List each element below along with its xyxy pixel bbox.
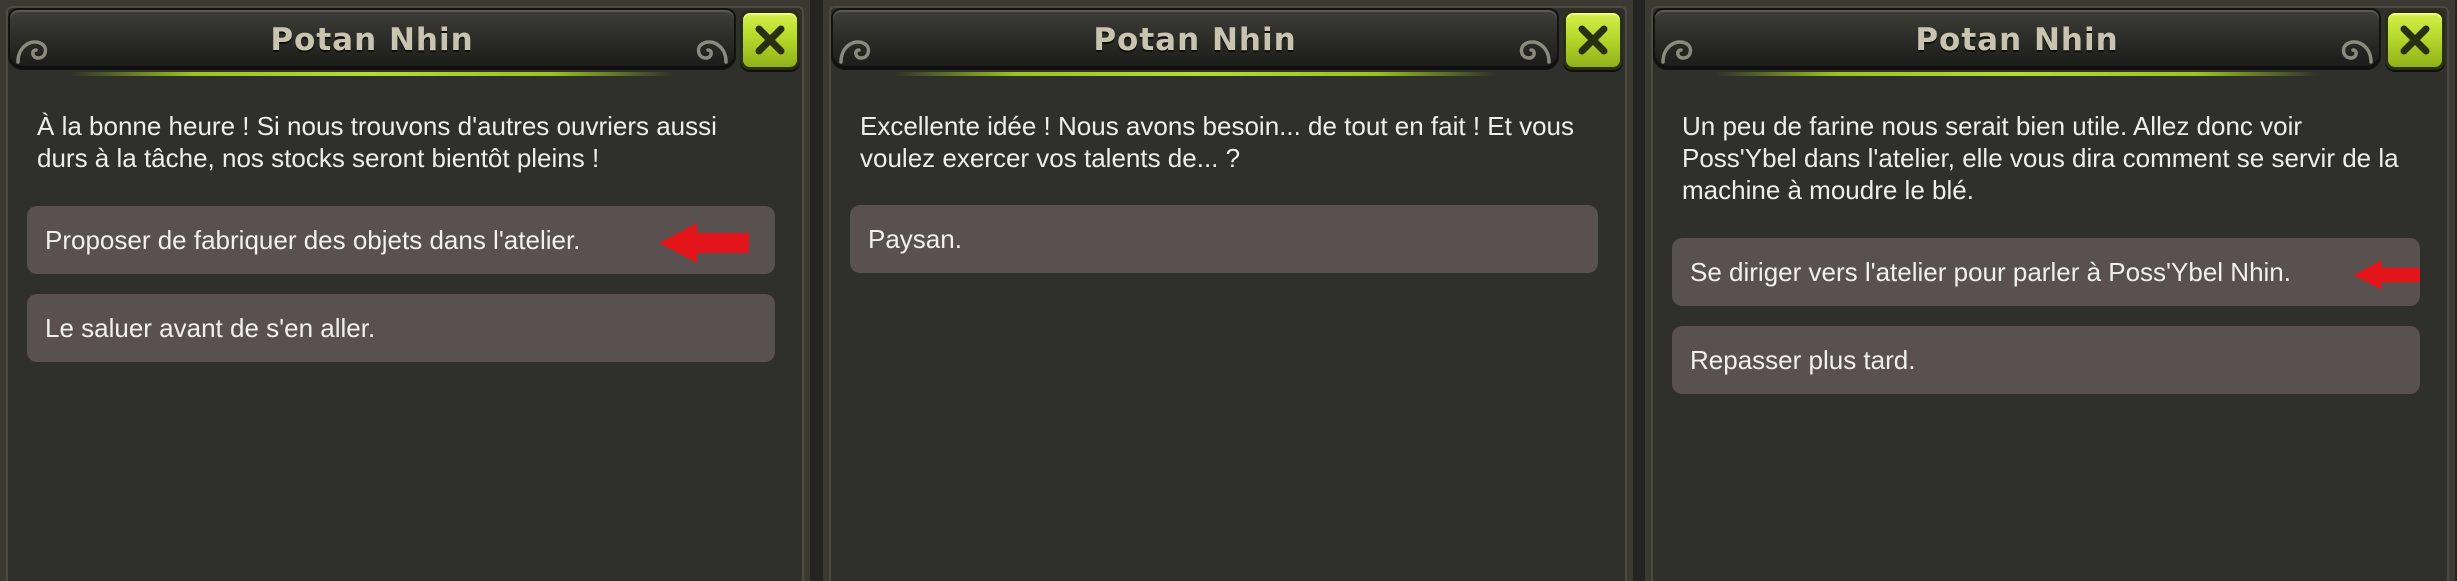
dialog-panel-3: Potan Nhin Un peu de farine nous serait … <box>1645 0 2455 581</box>
dialog-choice-label: Repasser plus tard. <box>1690 345 1916 375</box>
swirl-ornament-icon <box>1519 40 1551 64</box>
dialog-content: À la bonne heure ! Si nous trouvons d'au… <box>10 80 800 581</box>
npc-dialog-text: Excellente idée ! Nous avons besoin... d… <box>860 111 1574 173</box>
title-glow-line <box>70 72 674 76</box>
dialog-choice-label: Proposer de fabriquer des objets dans l'… <box>45 225 581 255</box>
npc-dialog-text: À la bonne heure ! Si nous trouvons d'au… <box>37 111 717 173</box>
dialog-titlebar: Potan Nhin <box>1653 8 2381 76</box>
dialog-choice-label: Paysan. <box>868 224 962 254</box>
swirl-ornament-icon <box>2341 40 2373 64</box>
dialog-choice-label: Se diriger vers l'atelier pour parler à … <box>1690 257 2291 287</box>
dialog-titlebar: Potan Nhin <box>831 8 1559 76</box>
close-icon <box>755 25 785 55</box>
close-button[interactable] <box>740 10 800 70</box>
npc-name-title: Potan Nhin <box>1915 22 2119 58</box>
dialog-choice[interactable]: Proposer de fabriquer des objets dans l'… <box>27 206 775 274</box>
title-glow-line <box>1715 72 2319 76</box>
close-button[interactable] <box>2385 10 2445 70</box>
dialog-choice[interactable]: Paysan. <box>850 205 1598 273</box>
dialog-content: Un peu de farine nous serait bien utile.… <box>1655 80 2445 581</box>
dialog-titlebar: Potan Nhin <box>8 8 736 76</box>
red-arrow-left-icon <box>2353 260 2420 290</box>
npc-name-title: Potan Nhin <box>270 22 474 58</box>
close-icon <box>2400 25 2430 55</box>
npc-dialog-text: Un peu de farine nous serait bien utile.… <box>1682 111 2399 205</box>
dialog-panel-1: Potan Nhin À la bonne heure ! Si nous tr… <box>0 0 810 581</box>
swirl-ornament-icon <box>696 40 728 64</box>
red-arrow-left-icon <box>659 223 749 263</box>
title-glow-line <box>893 72 1497 76</box>
close-button[interactable] <box>1563 10 1623 70</box>
dialog-panel-2: Potan Nhin Excellente idée ! Nous avons … <box>823 0 1633 581</box>
dialog-choice-label: Le saluer avant de s'en aller. <box>45 313 376 343</box>
close-icon <box>1578 25 1608 55</box>
dialog-stage: Potan Nhin À la bonne heure ! Si nous tr… <box>0 0 2457 581</box>
npc-name-title: Potan Nhin <box>1093 22 1297 58</box>
dialog-choice[interactable]: Le saluer avant de s'en aller. <box>27 294 775 362</box>
dialog-choice[interactable]: Repasser plus tard. <box>1672 326 2420 394</box>
dialog-choice[interactable]: Se diriger vers l'atelier pour parler à … <box>1672 238 2420 306</box>
dialog-content: Excellente idée ! Nous avons besoin... d… <box>833 80 1623 581</box>
